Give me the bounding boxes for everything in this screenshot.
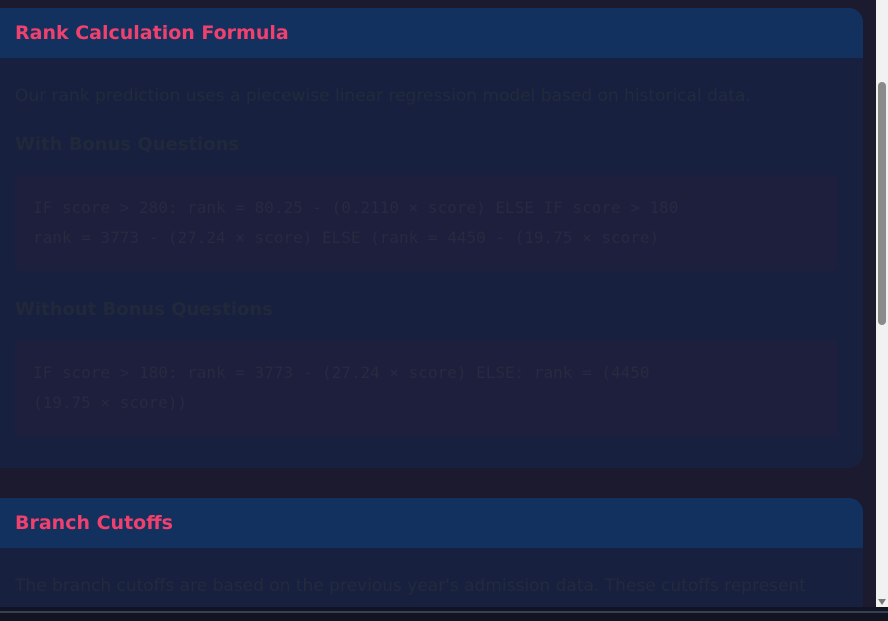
code-line: rank = 3773 - (27.24 × score) ELSE (rank… bbox=[33, 228, 660, 247]
with-bonus-heading: With Bonus Questions bbox=[15, 134, 240, 155]
card-header: Rank Calculation Formula bbox=[0, 8, 863, 58]
with-bonus-code-block: IF score > 280: rank = 80.25 - (0.2110 ×… bbox=[15, 175, 838, 271]
vertical-scrollbar[interactable] bbox=[876, 0, 888, 607]
without-bonus-code-block: IF score > 180: rank = 3773 - (27.24 × s… bbox=[15, 340, 838, 436]
without-bonus-heading: Without Bonus Questions bbox=[15, 299, 273, 320]
card-body: The branch cutoffs are based on the prev… bbox=[0, 576, 863, 596]
card-description: Our rank prediction uses a piecewise lin… bbox=[15, 86, 751, 106]
card-header: Branch Cutoffs bbox=[0, 498, 863, 548]
scroll-down-arrow-icon[interactable] bbox=[878, 599, 886, 605]
card-body: Our rank prediction uses a piecewise lin… bbox=[0, 86, 863, 436]
divider bbox=[0, 611, 888, 613]
page-viewport: Rank Calculation Formula Our rank predic… bbox=[0, 0, 876, 607]
code-line: (19.75 × score)) bbox=[33, 393, 188, 412]
code-line: IF score > 280: rank = 80.25 - (0.2110 ×… bbox=[33, 198, 679, 217]
card-title: Branch Cutoffs bbox=[15, 512, 173, 534]
branch-cutoffs-card: Branch Cutoffs The branch cutoffs are ba… bbox=[0, 498, 863, 607]
bottom-bar bbox=[0, 607, 888, 621]
card-title: Rank Calculation Formula bbox=[15, 22, 289, 44]
scrollbar-thumb[interactable] bbox=[878, 82, 886, 325]
card-description: The branch cutoffs are based on the prev… bbox=[15, 576, 806, 596]
code-line: IF score > 180: rank = 3773 - (27.24 × s… bbox=[33, 363, 650, 382]
rank-calculation-card: Rank Calculation Formula Our rank predic… bbox=[0, 8, 863, 468]
